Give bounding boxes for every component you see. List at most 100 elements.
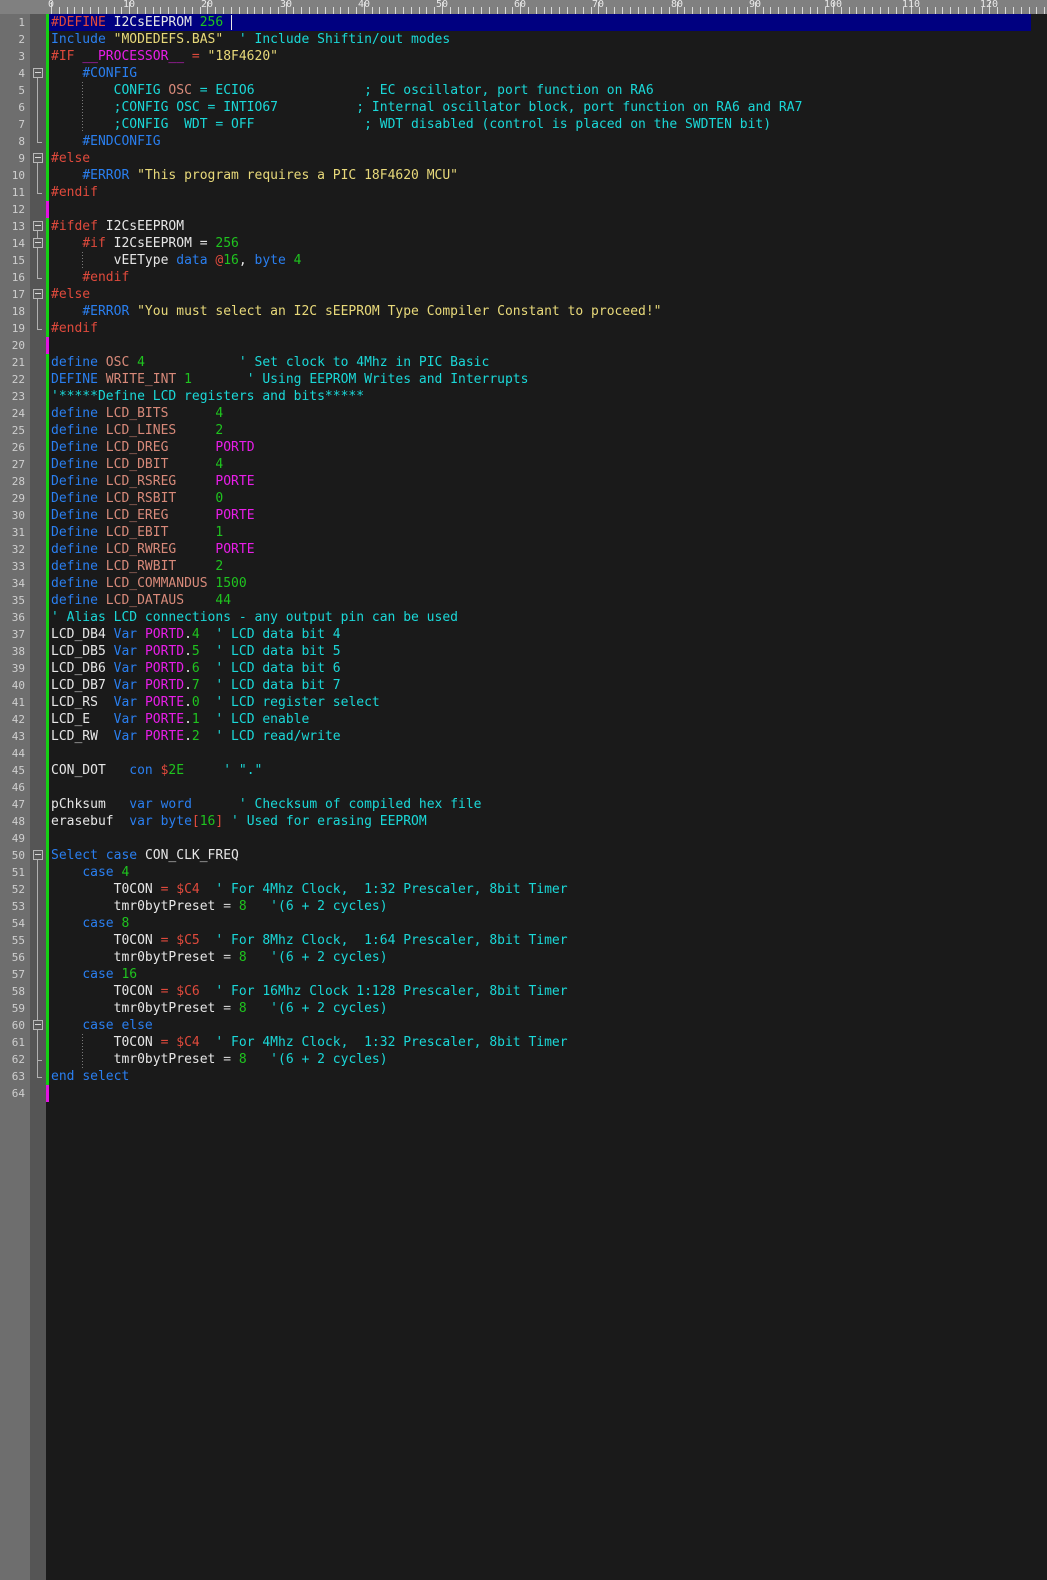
code-line[interactable]: CON_DOT con $2E ' "." (51, 762, 262, 779)
line-number[interactable]: 9 (1, 150, 25, 167)
line-number[interactable]: 47 (1, 796, 25, 813)
code-line[interactable]: ;CONFIG WDT = OFF ; WDT disabled (contro… (51, 116, 771, 133)
line-number[interactable]: 63 (1, 1068, 25, 1085)
line-number[interactable]: 38 (1, 643, 25, 660)
line-number[interactable]: 52 (1, 881, 25, 898)
code-line[interactable]: tmr0bytPreset = 8 '(6 + 2 cycles) (51, 1051, 388, 1068)
line-number[interactable]: 37 (1, 626, 25, 643)
code-line[interactable]: LCD_RW Var PORTE.2 ' LCD read/write (51, 728, 341, 745)
code-line[interactable]: Include "MODEDEFS.BAS" ' Include Shiftin… (51, 31, 450, 48)
line-number[interactable]: 18 (1, 303, 25, 320)
line-number[interactable]: 54 (1, 915, 25, 932)
line-number[interactable]: 56 (1, 949, 25, 966)
code-line[interactable]: define LCD_BITS 4 (51, 405, 223, 422)
code-line[interactable]: ' Alias LCD connections - any output pin… (51, 609, 458, 626)
code-line[interactable]: #DEFINE I2CsEEPROM 256 (51, 14, 223, 31)
code-line[interactable]: #ERROR "This program requires a PIC 18F4… (51, 167, 458, 184)
code-text-area[interactable]: #DEFINE I2CsEEPROM 256Include "MODEDEFS.… (49, 14, 1047, 1580)
code-line[interactable]: #if I2CsEEPROM = 256 (51, 235, 239, 252)
line-number[interactable]: 23 (1, 388, 25, 405)
line-number[interactable]: 20 (1, 337, 25, 354)
code-line[interactable]: #ERROR "You must select an I2C sEEPROM T… (51, 303, 662, 320)
line-number[interactable]: 59 (1, 1000, 25, 1017)
line-number[interactable]: 55 (1, 932, 25, 949)
code-line[interactable]: #ENDCONFIG (51, 133, 161, 150)
code-line[interactable]: #CONFIG (51, 65, 137, 82)
code-line[interactable]: #ifdef I2CsEEPROM (51, 218, 184, 235)
code-editor[interactable]: 0102030405060708090100110120 12345678910… (0, 0, 1047, 1580)
line-number[interactable]: 51 (1, 864, 25, 881)
line-number[interactable]: 14 (1, 235, 25, 252)
code-line[interactable]: #endif (51, 184, 98, 201)
code-line[interactable]: T0CON = $C5 ' For 8Mhz Clock, 1:64 Presc… (51, 932, 568, 949)
line-number[interactable]: 41 (1, 694, 25, 711)
code-line[interactable]: '*****Define LCD registers and bits***** (51, 388, 364, 405)
line-number[interactable]: 16 (1, 269, 25, 286)
fold-toggle-9[interactable] (33, 153, 43, 163)
fold-toggle-4[interactable] (33, 68, 43, 78)
fold-toggle-60[interactable] (33, 1020, 43, 1030)
code-line[interactable]: define LCD_DATAUS 44 (51, 592, 231, 609)
line-number[interactable]: 7 (1, 116, 25, 133)
code-line[interactable]: CONFIG OSC = ECIO6 ; EC oscillator, port… (51, 82, 654, 99)
code-line[interactable]: T0CON = $C6 ' For 16Mhz Clock 1:128 Pres… (51, 983, 568, 1000)
code-line[interactable]: LCD_DB6 Var PORTD.6 ' LCD data bit 6 (51, 660, 341, 677)
code-line[interactable]: Define LCD_RSBIT 0 (51, 490, 223, 507)
line-number[interactable]: 60 (1, 1017, 25, 1034)
line-number[interactable]: 4 (1, 65, 25, 82)
code-folding-column[interactable] (30, 14, 46, 1580)
line-number[interactable]: 25 (1, 422, 25, 439)
line-number-gutter[interactable]: 1234567891011121314151617181920212223242… (0, 14, 30, 1580)
line-number[interactable]: 33 (1, 558, 25, 575)
code-line[interactable]: ;CONFIG OSC = INTIO67 ; Internal oscilla… (51, 99, 802, 116)
line-number[interactable]: 6 (1, 99, 25, 116)
code-line[interactable]: Define LCD_EBIT 1 (51, 524, 223, 541)
fold-toggle-14[interactable] (33, 238, 43, 248)
line-number[interactable]: 29 (1, 490, 25, 507)
code-line[interactable]: case 8 (51, 915, 129, 932)
line-number[interactable]: 21 (1, 354, 25, 371)
line-number[interactable]: 53 (1, 898, 25, 915)
line-number[interactable]: 46 (1, 779, 25, 796)
line-number[interactable]: 39 (1, 660, 25, 677)
line-number[interactable]: 22 (1, 371, 25, 388)
code-line[interactable]: Define LCD_EREG PORTE (51, 507, 255, 524)
code-line[interactable]: LCD_DB4 Var PORTD.4 ' LCD data bit 4 (51, 626, 341, 643)
line-number[interactable]: 12 (1, 201, 25, 218)
line-number[interactable]: 48 (1, 813, 25, 830)
code-line[interactable]: tmr0bytPreset = 8 '(6 + 2 cycles) (51, 1000, 388, 1017)
line-number[interactable]: 35 (1, 592, 25, 609)
line-number[interactable]: 13 (1, 218, 25, 235)
fold-toggle-17[interactable] (33, 289, 43, 299)
line-number[interactable]: 27 (1, 456, 25, 473)
line-number[interactable]: 10 (1, 167, 25, 184)
code-line[interactable]: #IF __PROCESSOR__ = "18F4620" (51, 48, 278, 65)
code-line[interactable]: erasebuf var byte[16] ' Used for erasing… (51, 813, 427, 830)
line-number[interactable]: 57 (1, 966, 25, 983)
code-line[interactable]: Define LCD_RSREG PORTE (51, 473, 255, 490)
line-number[interactable]: 40 (1, 677, 25, 694)
code-line[interactable]: Define LCD_DBIT 4 (51, 456, 223, 473)
line-number[interactable]: 2 (1, 31, 25, 48)
line-number[interactable]: 49 (1, 830, 25, 847)
code-line[interactable]: case 16 (51, 966, 137, 983)
line-number[interactable]: 61 (1, 1034, 25, 1051)
code-line[interactable]: define OSC 4 ' Set clock to 4Mhz in PIC … (51, 354, 489, 371)
code-line[interactable]: end select (51, 1068, 129, 1085)
code-line[interactable]: T0CON = $C4 ' For 4Mhz Clock, 1:32 Presc… (51, 881, 568, 898)
line-number[interactable]: 64 (1, 1085, 25, 1102)
line-number[interactable]: 34 (1, 575, 25, 592)
code-line[interactable]: LCD_DB7 Var PORTD.7 ' LCD data bit 7 (51, 677, 341, 694)
code-line[interactable]: LCD_RS Var PORTE.0 ' LCD register select (51, 694, 380, 711)
line-number[interactable]: 11 (1, 184, 25, 201)
line-number[interactable]: 5 (1, 82, 25, 99)
code-line[interactable]: #endif (51, 320, 98, 337)
code-line[interactable]: case 4 (51, 864, 129, 881)
line-number[interactable]: 31 (1, 524, 25, 541)
code-line[interactable]: define LCD_RWBIT 2 (51, 558, 223, 575)
code-line[interactable]: tmr0bytPreset = 8 '(6 + 2 cycles) (51, 949, 388, 966)
code-line[interactable]: LCD_DB5 Var PORTD.5 ' LCD data bit 5 (51, 643, 341, 660)
fold-toggle-50[interactable] (33, 850, 43, 860)
code-line[interactable]: Select case CON_CLK_FREQ (51, 847, 239, 864)
code-line[interactable]: pChksum var word ' Checksum of compiled … (51, 796, 482, 813)
